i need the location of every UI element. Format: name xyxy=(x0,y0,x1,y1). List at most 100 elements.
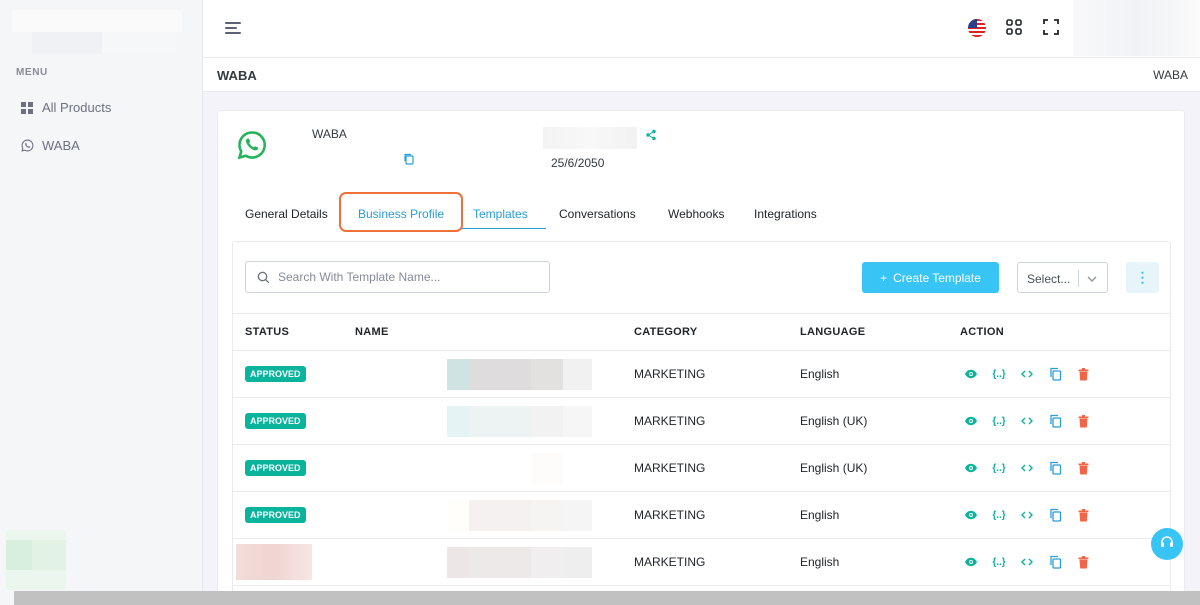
tab-templates[interactable]: Templates xyxy=(461,199,546,229)
category-cell: MARKETING xyxy=(622,444,788,492)
sidebar: MENU All Products WABA xyxy=(0,0,203,605)
variables-icon[interactable]: {..} xyxy=(992,367,1006,381)
column-header-action: ACTION xyxy=(948,313,1170,351)
duplicate-icon[interactable] xyxy=(1048,461,1062,475)
status-cell: APPROVED xyxy=(233,491,343,539)
view-icon[interactable] xyxy=(964,508,978,522)
whatsapp-logo-icon xyxy=(236,129,268,161)
create-template-label: Create Template xyxy=(893,270,981,285)
duplicate-icon[interactable] xyxy=(1048,555,1062,569)
category-cell: MARKETING xyxy=(622,538,788,586)
grid-icon xyxy=(20,101,34,115)
table-row: APPROVED MARKETING English {..} xyxy=(233,491,1170,539)
topbar xyxy=(203,0,1200,58)
headset-icon xyxy=(1159,534,1175,555)
delete-icon[interactable] xyxy=(1076,414,1090,428)
breadcrumb[interactable]: WABA xyxy=(1153,68,1188,82)
view-icon[interactable] xyxy=(964,367,978,381)
category-cell: MARKETING xyxy=(622,397,788,445)
template-name[interactable] xyxy=(447,405,592,437)
share-icon[interactable] xyxy=(645,128,657,141)
column-header-name: NAME xyxy=(343,313,622,351)
filter-select[interactable]: Select... xyxy=(1017,262,1108,293)
status-badge: APPROVED xyxy=(245,507,306,523)
copy-icon[interactable] xyxy=(403,152,415,165)
code-icon[interactable] xyxy=(1020,367,1034,381)
account-name: WABA xyxy=(312,127,347,141)
menu-title: MENU xyxy=(16,67,48,78)
templates-table: STATUS NAME CATEGORY LANGUAGE ACTION APP… xyxy=(233,313,1170,586)
duplicate-icon[interactable] xyxy=(1048,508,1062,522)
status-cell: APPROVED xyxy=(233,350,343,398)
delete-icon[interactable] xyxy=(1076,508,1090,522)
hamburger-menu-icon[interactable] xyxy=(225,20,245,36)
template-name[interactable] xyxy=(447,358,592,390)
table-row: APPROVED MARKETING English (UK) {..} xyxy=(233,444,1170,492)
variables-icon[interactable]: {..} xyxy=(992,508,1006,522)
status-badge: APPROVED xyxy=(245,366,306,382)
template-name[interactable] xyxy=(447,546,592,578)
duplicate-icon[interactable] xyxy=(1048,414,1062,428)
horizontal-scrollbar[interactable] xyxy=(14,591,1200,605)
search-box xyxy=(245,261,550,293)
create-template-button[interactable]: + Create Template xyxy=(862,262,999,293)
tab-integrations[interactable]: Integrations xyxy=(754,199,817,229)
page-title-bar: WABA WABA xyxy=(203,58,1200,92)
fullscreen-icon[interactable] xyxy=(1042,18,1062,38)
user-profile[interactable] xyxy=(1073,0,1200,56)
category-cell: MARKETING xyxy=(622,350,788,398)
duplicate-icon[interactable] xyxy=(1048,367,1062,381)
template-name[interactable] xyxy=(447,452,592,484)
app-logo[interactable] xyxy=(12,10,182,54)
created-date: 25/6/2050 xyxy=(551,156,605,170)
support-chat-button[interactable] xyxy=(1151,528,1183,560)
language-cell: English xyxy=(788,350,948,398)
tab-webhooks[interactable]: Webhooks xyxy=(668,199,724,229)
action-cell: {..} xyxy=(948,444,1170,492)
view-icon[interactable] xyxy=(964,414,978,428)
tab-general-details[interactable]: General Details xyxy=(245,199,328,229)
tab-conversations[interactable]: Conversations xyxy=(559,199,636,229)
action-cell: {..} xyxy=(948,397,1170,445)
code-icon[interactable] xyxy=(1020,555,1034,569)
action-cell: {..} xyxy=(948,350,1170,398)
name-cell xyxy=(343,538,622,586)
table-header-row: STATUS NAME CATEGORY LANGUAGE ACTION xyxy=(233,313,1170,351)
name-cell xyxy=(343,444,622,492)
column-header-category: CATEGORY xyxy=(622,313,788,351)
sidebar-item-waba[interactable]: WABA xyxy=(20,138,80,153)
column-header-language: LANGUAGE xyxy=(788,313,948,351)
template-name[interactable] xyxy=(447,499,592,531)
us-flag-icon[interactable] xyxy=(968,19,986,37)
sidebar-item-label: All Products xyxy=(42,100,112,115)
plus-icon: + xyxy=(880,270,888,285)
search-input[interactable] xyxy=(278,262,543,292)
variables-icon[interactable]: {..} xyxy=(992,414,1006,428)
waba-card: WABA 25/6/2050 General Details Business … xyxy=(217,110,1185,605)
view-icon[interactable] xyxy=(964,555,978,569)
more-options-button[interactable]: ⋮ xyxy=(1126,262,1159,293)
code-icon[interactable] xyxy=(1020,414,1034,428)
variables-icon[interactable]: {..} xyxy=(992,555,1006,569)
apps-grid-icon[interactable] xyxy=(1005,18,1025,38)
sidebar-item-all-products[interactable]: All Products xyxy=(20,100,111,115)
code-icon[interactable] xyxy=(1020,508,1034,522)
action-cell: {..} xyxy=(948,491,1170,539)
code-icon[interactable] xyxy=(1020,461,1034,475)
tab-business-profile[interactable]: Business Profile xyxy=(358,199,444,229)
status-cell: APPROVED xyxy=(233,444,343,492)
status-cell xyxy=(233,538,343,586)
variables-icon[interactable]: {..} xyxy=(992,461,1006,475)
delete-icon[interactable] xyxy=(1076,555,1090,569)
view-icon[interactable] xyxy=(964,461,978,475)
delete-icon[interactable] xyxy=(1076,461,1090,475)
page-title: WABA xyxy=(217,68,257,83)
select-separator xyxy=(1078,270,1079,287)
table-row: APPROVED MARKETING English {..} xyxy=(233,350,1170,398)
row-actions: {..} xyxy=(964,555,1170,569)
column-header-status: STATUS xyxy=(233,313,343,351)
language-cell: English (UK) xyxy=(788,444,948,492)
delete-icon[interactable] xyxy=(1076,367,1090,381)
action-cell: {..} xyxy=(948,538,1170,586)
language-cell: English xyxy=(788,538,948,586)
